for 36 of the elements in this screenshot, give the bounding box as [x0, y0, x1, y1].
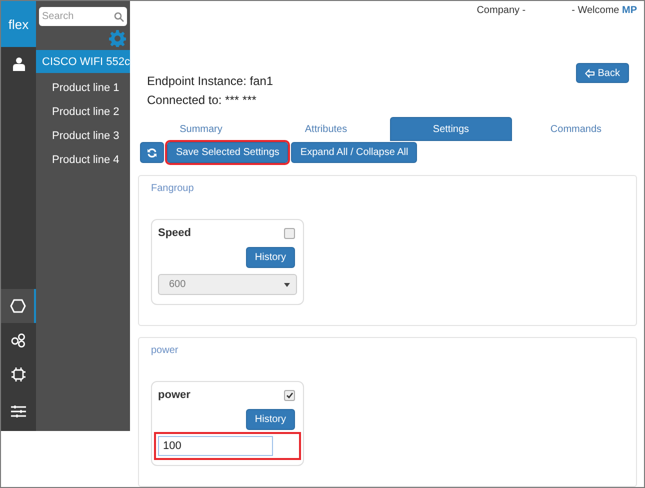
- save-button[interactable]: Save Selected Settings: [167, 142, 288, 163]
- rail-item[interactable]: [1, 289, 36, 323]
- chip-icon[interactable]: [11, 366, 26, 382]
- refresh-button[interactable]: [140, 142, 164, 163]
- nav-item[interactable]: Product line 1: [36, 76, 130, 99]
- back-icon: [584, 68, 595, 78]
- history-button[interactable]: History: [246, 409, 295, 430]
- company-label: Company -: [476, 5, 526, 18]
- setting-name: power: [158, 389, 190, 401]
- tab[interactable]: Summary: [140, 117, 262, 141]
- hexagon-icon[interactable]: [10, 299, 26, 313]
- welcome-text: - Welcome MP: [572, 5, 637, 18]
- logo[interactable]: flex: [1, 1, 36, 47]
- tab[interactable]: Settings: [390, 117, 512, 141]
- checkbox[interactable]: [284, 390, 295, 400]
- endpoint-instance: Endpoint Instance: fan1: [147, 74, 274, 88]
- group-title: Fangroup: [151, 183, 194, 194]
- connected-label: Connected to: *** ***: [147, 93, 258, 107]
- expand-button[interactable]: Expand All / Collapse All: [291, 142, 418, 163]
- nav-item[interactable]: CISCO WIFI 552c: [36, 50, 130, 73]
- search-icon[interactable]: [114, 12, 124, 22]
- nav-item[interactable]: Product line 2: [36, 100, 130, 123]
- user-icon[interactable]: [12, 57, 24, 71]
- caret-icon: [284, 282, 290, 286]
- tab[interactable]: Attributes: [265, 117, 387, 141]
- nav-item[interactable]: Product line 3: [36, 124, 130, 147]
- circles-icon[interactable]: [11, 332, 26, 348]
- search-field[interactable]: Search: [39, 7, 127, 26]
- setting-name: Speed: [158, 227, 192, 239]
- back-button[interactable]: Back: [576, 63, 629, 83]
- refresh-icon: [147, 148, 157, 158]
- group-title: power: [151, 345, 178, 356]
- nav-item[interactable]: Product line 4: [36, 148, 130, 171]
- input-field[interactable]: 100: [158, 436, 273, 456]
- sliders-icon[interactable]: [11, 404, 26, 418]
- tab[interactable]: Commands: [515, 117, 637, 141]
